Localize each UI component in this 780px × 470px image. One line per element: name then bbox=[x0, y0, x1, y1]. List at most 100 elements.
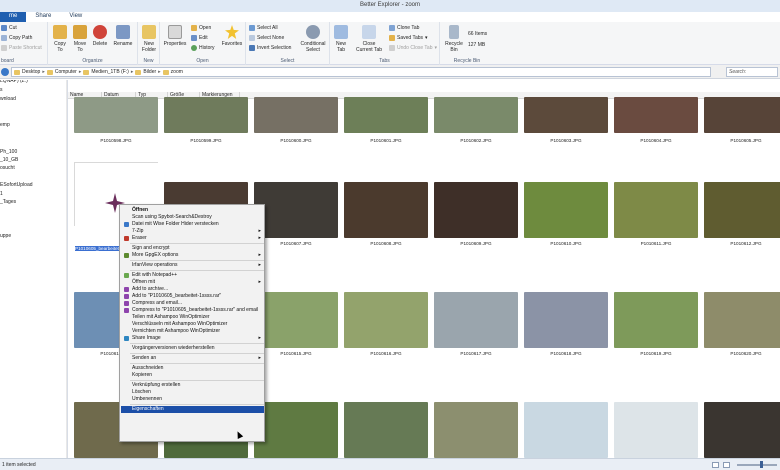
thumbnail-item[interactable] bbox=[524, 402, 608, 466]
thumbnail-item[interactable]: P1010598.JPG bbox=[74, 97, 158, 161]
details-view-icon[interactable] bbox=[712, 462, 719, 468]
close-current-tab-button[interactable]: Close Current Tab bbox=[352, 25, 386, 53]
copy-to-button[interactable]: Copy To bbox=[52, 25, 68, 53]
paste-shortcut-button[interactable]: Paste Shortcut bbox=[1, 45, 42, 51]
select-all-button[interactable]: Select All bbox=[249, 25, 278, 31]
thumbnail-item[interactable]: P1010609.JPG bbox=[434, 182, 518, 246]
conditional-select-button[interactable]: Conditional Select bbox=[298, 25, 328, 53]
thumbnail-item[interactable]: P1010599.JPG bbox=[164, 97, 248, 161]
new-tab-button[interactable]: New Tab bbox=[332, 25, 350, 53]
nav-item[interactable]: wnload bbox=[0, 96, 16, 102]
undo-close-tab-button[interactable]: Undo Close Tab ▾ bbox=[389, 45, 437, 51]
nav-item[interactable]: osucht bbox=[0, 165, 15, 171]
nav-item[interactable]: s bbox=[0, 87, 3, 93]
breadcrumb-separator-icon[interactable]: ▸ bbox=[158, 69, 161, 75]
context-menu-item[interactable]: Share Image ▸ bbox=[121, 335, 264, 342]
context-menu-item[interactable]: Löschen bbox=[121, 389, 264, 396]
search-input[interactable]: Search: bbox=[726, 67, 778, 77]
recycle-bin-button[interactable]: Recycle Bin bbox=[443, 25, 465, 53]
context-menu-item[interactable]: Vorgängerversionen wiederherstellen bbox=[121, 345, 264, 352]
thumbnail-item[interactable]: P1010603.JPG bbox=[524, 97, 608, 161]
tab-share[interactable]: Share bbox=[26, 12, 60, 22]
context-menu-item[interactable]: IrfanView operations ▸ bbox=[121, 262, 264, 269]
thumbnail-item[interactable]: P1010618.JPG bbox=[524, 292, 608, 356]
context-menu-item[interactable]: Öffnen mit ▸ bbox=[121, 279, 264, 286]
context-menu-item[interactable]: Vernichten mit Ashampoo WinOptimizer bbox=[121, 328, 264, 335]
nav-item[interactable]: _Tages bbox=[0, 199, 16, 205]
thumbnail-item[interactable]: P1010602.JPG bbox=[434, 97, 518, 161]
zoom-slider-thumb[interactable] bbox=[760, 461, 763, 468]
breadcrumb-separator-icon[interactable]: ▸ bbox=[131, 69, 134, 75]
edit-button[interactable]: Edit bbox=[191, 35, 208, 41]
tab-home[interactable]: me bbox=[0, 12, 27, 22]
context-menu-item[interactable]: 7-Zip ▸ bbox=[121, 228, 264, 235]
thumbnail-item[interactable]: P1010617.JPG bbox=[434, 292, 518, 356]
thumbnail-item[interactable]: P1010612.JPG bbox=[704, 182, 780, 246]
thumbnails-view-icon[interactable] bbox=[723, 462, 730, 468]
rename-button[interactable]: Rename bbox=[112, 25, 134, 47]
clone-tab-button[interactable]: Clone Tab bbox=[389, 25, 419, 31]
invert-selection-button[interactable]: Invert Selection bbox=[249, 45, 291, 51]
thumbnail-item[interactable]: P1010607.JPG bbox=[254, 182, 338, 246]
cut-button[interactable]: Cut bbox=[1, 25, 17, 31]
breadcrumb-item[interactable]: Computer bbox=[46, 69, 77, 75]
nav-item[interactable]: 1 bbox=[0, 191, 3, 197]
context-menu-item[interactable]: Compress and email... bbox=[121, 300, 264, 307]
history-button[interactable]: History bbox=[191, 45, 215, 51]
context-menu-item[interactable]: Sign and encrypt bbox=[121, 245, 264, 252]
context-menu-item[interactable]: More GpgEX options ▸ bbox=[121, 252, 264, 259]
context-menu-item[interactable]: Add to "P1010605_bearbeitet-1ssss.rar" bbox=[121, 293, 264, 300]
context-menu-item[interactable]: Senden an ▸ bbox=[121, 355, 264, 362]
context-menu-item[interactable]: Eigenschaften bbox=[121, 406, 264, 413]
thumbnail-item[interactable] bbox=[614, 402, 698, 466]
thumbnail-item[interactable]: P1010616.JPG bbox=[344, 292, 428, 356]
select-none-button[interactable]: Select None bbox=[249, 35, 284, 41]
thumbnail-item[interactable]: P1010610.JPG bbox=[524, 182, 608, 246]
delete-button[interactable]: Delete bbox=[92, 25, 108, 47]
context-menu-item[interactable]: Verknüpfung erstellen bbox=[121, 382, 264, 389]
thumbnail-item[interactable]: P1010619.JPG bbox=[614, 292, 698, 356]
thumbnail-item[interactable] bbox=[704, 402, 780, 466]
thumbnail-item[interactable]: P1010604.JPG bbox=[614, 97, 698, 161]
context-menu-item[interactable]: Kopieren bbox=[121, 372, 264, 379]
thumbnail-item[interactable] bbox=[434, 402, 518, 466]
context-menu-item[interactable]: Eraser ▸ bbox=[121, 235, 264, 242]
thumbnail-item[interactable]: P1010615.JPG bbox=[254, 292, 338, 356]
breadcrumb-item[interactable]: zoom bbox=[162, 69, 183, 75]
new-folder-button[interactable]: New Folder bbox=[140, 25, 158, 53]
thumbnail-item[interactable]: P1010605.JPG bbox=[704, 97, 780, 161]
zoom-slider-track[interactable] bbox=[737, 464, 777, 466]
nav-item[interactable]: LQNAP) (Z:) bbox=[0, 80, 28, 84]
context-menu-item[interactable]: Scan using Spybot-Search&Destroy bbox=[121, 214, 264, 221]
nav-scrollbar[interactable] bbox=[66, 80, 67, 458]
thumbnail-item[interactable]: P1010601.JPG bbox=[344, 97, 428, 161]
breadcrumb-item[interactable]: Desktop bbox=[14, 69, 40, 75]
move-to-button[interactable]: Move To bbox=[72, 25, 88, 53]
context-menu-item[interactable]: Öffnen bbox=[121, 207, 264, 214]
copy-path-button[interactable]: Copy Path bbox=[1, 35, 32, 41]
thumbnail-item[interactable] bbox=[254, 402, 338, 466]
thumbnail-item[interactable]: P1010600.JPG bbox=[254, 97, 338, 161]
favorites-button[interactable]: Favorites bbox=[220, 25, 244, 47]
nav-item[interactable]: _10_GB bbox=[0, 157, 18, 163]
context-menu-item[interactable]: Compress to "P1010605_bearbeitet-1ssss.r… bbox=[121, 307, 264, 314]
thumbnail-item[interactable]: P1010620.JPG bbox=[704, 292, 780, 356]
thumbnail-item[interactable]: P1010608.JPG bbox=[344, 182, 428, 246]
context-menu-item[interactable]: Umbenennen bbox=[121, 396, 264, 403]
properties-button[interactable]: Properties bbox=[162, 25, 188, 47]
context-menu-item[interactable]: Edit with Notepad++ bbox=[121, 272, 264, 279]
tab-view[interactable]: View bbox=[60, 12, 91, 22]
nav-item[interactable]: emp bbox=[0, 122, 10, 128]
open-button[interactable]: Open bbox=[191, 25, 211, 31]
thumbnail-item[interactable]: P1010611.JPG bbox=[614, 182, 698, 246]
navigate-icon[interactable] bbox=[1, 68, 9, 76]
nav-item[interactable]: Ph_100 bbox=[0, 149, 17, 155]
thumbnail-item[interactable] bbox=[344, 402, 428, 466]
address-bar[interactable]: Desktop ▸ Computer ▸ Medien_1TB (F:) ▸ Bilder ▸… bbox=[11, 67, 711, 77]
context-menu-item[interactable]: Add to archive... bbox=[121, 286, 264, 293]
breadcrumb-item[interactable]: Medien_1TB (F:) bbox=[83, 69, 129, 75]
breadcrumb-separator-icon[interactable]: ▸ bbox=[79, 69, 82, 75]
context-menu-item[interactable]: Ausschneiden bbox=[121, 365, 264, 372]
breadcrumb-item[interactable]: Bilder bbox=[135, 69, 156, 75]
saved-tabs-button[interactable]: Saved Tabs ▾ bbox=[389, 35, 428, 41]
